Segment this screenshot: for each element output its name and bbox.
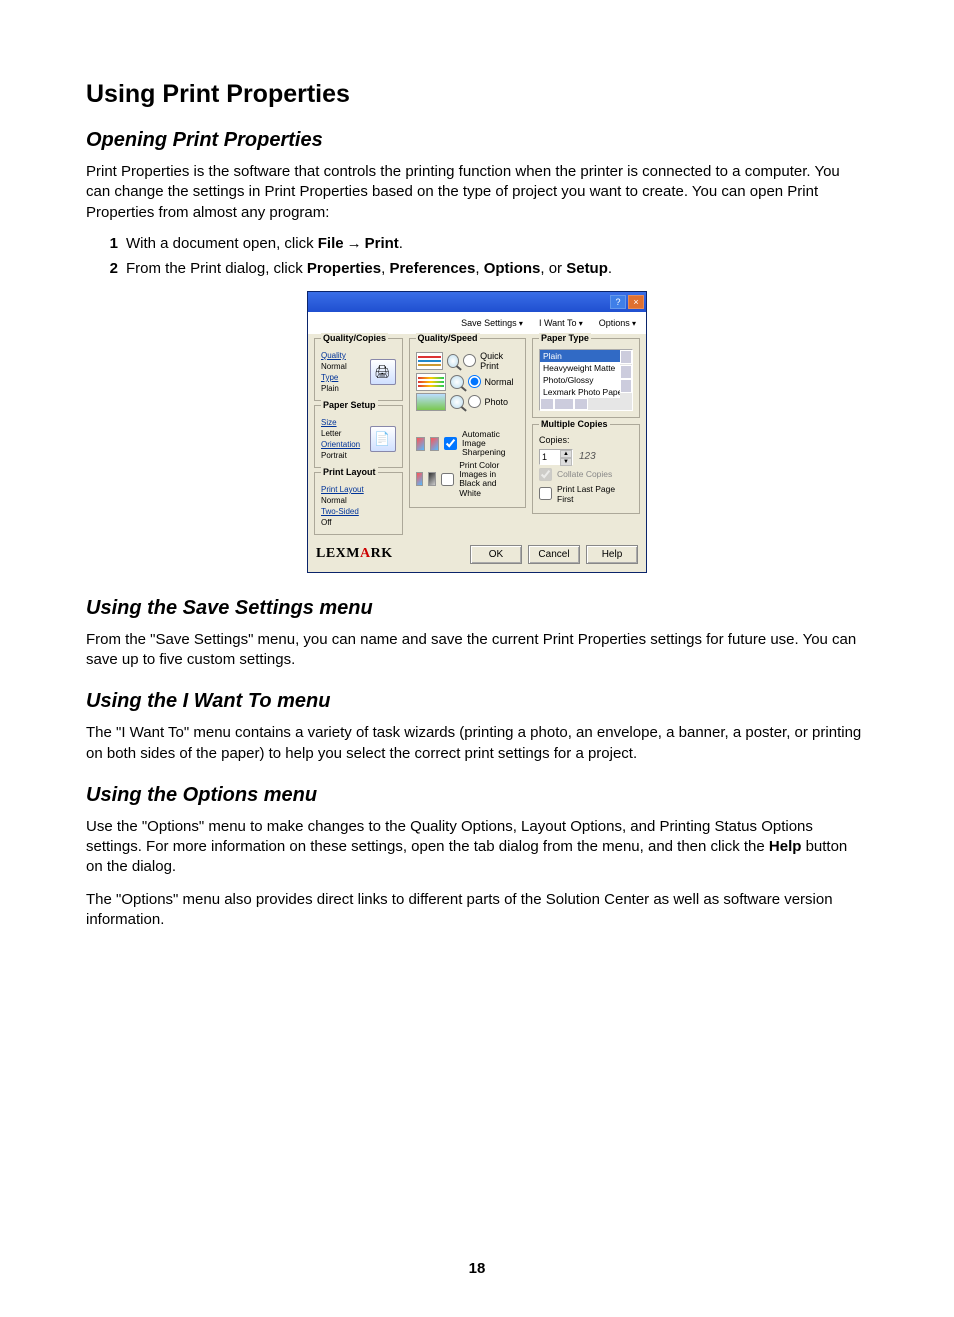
checkbox-auto-sharpen[interactable] <box>444 437 457 450</box>
arrow-icon: → <box>344 235 365 252</box>
checkbox-collate[interactable] <box>539 468 552 481</box>
copies-label: Copies: <box>539 435 633 445</box>
step-1: 1 With a document open, click File→Print… <box>96 235 868 252</box>
link-quality[interactable]: Quality <box>321 351 347 361</box>
section-save-settings: Using the Save Settings menu <box>86 597 868 620</box>
dialog-screenshot: ? × Save Settings I Want To Options Qual… <box>307 291 647 573</box>
step1-print: Print <box>365 235 399 252</box>
list-item[interactable]: Photo/Glossy <box>540 374 632 386</box>
scrollbar-vertical[interactable] <box>620 350 632 398</box>
magnifier-icon <box>447 354 460 368</box>
section-i-want-to: Using the I Want To menu <box>86 690 868 713</box>
link-orientation[interactable]: Orientation <box>321 440 360 450</box>
spin-up-icon[interactable]: ▲ <box>560 450 572 458</box>
link-type[interactable]: Type <box>321 373 347 383</box>
magnifier-icon <box>450 395 464 409</box>
link-size[interactable]: Size <box>321 418 360 428</box>
step2-text: From the Print dialog, click <box>126 260 307 277</box>
options-p1: Use the "Options" menu to make changes t… <box>86 817 868 878</box>
dialog-titlebar: ? × <box>308 292 646 312</box>
thumb-bw-icon <box>428 472 436 486</box>
checkbox-print-bw[interactable] <box>441 473 454 486</box>
menu-save-settings[interactable]: Save Settings <box>461 318 523 328</box>
thumb-color-icon <box>430 437 439 451</box>
group-multiple-copies: Multiple Copies Copies: ▲▼ 123 Collate C… <box>532 424 640 514</box>
opening-intro: Print Properties is the software that co… <box>86 162 868 223</box>
paper-icon: 📄 <box>370 426 396 452</box>
iwant-p: The "I Want To" menu contains a variety … <box>86 723 868 764</box>
cancel-button[interactable]: Cancel <box>528 545 580 564</box>
thumb-color-icon <box>416 437 425 451</box>
section-opening: Opening Print Properties <box>86 129 868 152</box>
titlebar-close-icon[interactable]: × <box>628 295 644 309</box>
link-twosided[interactable]: Two-Sided <box>321 507 364 517</box>
list-item[interactable]: Lexmark Photo Paper <box>540 386 632 398</box>
checkbox-last-first[interactable] <box>539 487 552 500</box>
spin-down-icon[interactable]: ▼ <box>560 458 572 466</box>
step-2: 2 From the Print dialog, click Propertie… <box>96 260 868 277</box>
help-button[interactable]: Help <box>586 545 638 564</box>
scrollbar-horizontal[interactable] <box>540 398 620 410</box>
sidebar-quality-copies[interactable]: Quality/Copies Quality Normal Type Plain… <box>314 338 403 401</box>
sidebar-paper-setup[interactable]: Paper Setup Size Letter Orientation Port… <box>314 405 403 468</box>
thumb-quick-icon <box>416 352 443 370</box>
group-quality-speed: Quality/Speed Quick Print <box>409 338 526 508</box>
radio-photo[interactable] <box>468 395 481 408</box>
menu-options[interactable]: Options <box>599 318 636 328</box>
group-paper-type: Paper Type Plain Heavyweight Matte Photo… <box>532 338 640 418</box>
list-item[interactable]: Plain <box>540 350 632 362</box>
titlebar-help-icon[interactable]: ? <box>610 295 626 309</box>
radio-quick-print[interactable] <box>463 354 476 367</box>
ok-button[interactable]: OK <box>470 545 522 564</box>
listbox-paper-type[interactable]: Plain Heavyweight Matte Photo/Glossy Lex… <box>539 349 633 411</box>
save-settings-p: From the "Save Settings" menu, you can n… <box>86 630 868 671</box>
sidebar-print-layout[interactable]: Print Layout Print Layout Normal Two-Sid… <box>314 472 403 535</box>
copies-input[interactable] <box>540 450 560 464</box>
quality-icon: 🖨 <box>370 359 396 385</box>
step1-text: With a document open, click <box>126 235 318 252</box>
section-options: Using the Options menu <box>86 784 868 807</box>
page-number: 18 <box>86 1260 868 1277</box>
thumb-color-icon <box>416 472 424 486</box>
magnifier-icon <box>450 375 464 389</box>
collate-icon: 123 <box>579 451 596 462</box>
page-title: Using Print Properties <box>86 80 868 109</box>
step1-file: File <box>318 235 344 252</box>
copies-spinner[interactable]: ▲▼ <box>539 449 573 465</box>
list-item[interactable]: Heavyweight Matte <box>540 362 632 374</box>
brand-logo: LEXMARK <box>316 546 393 562</box>
radio-normal[interactable] <box>468 375 481 388</box>
thumb-normal-icon <box>416 373 446 391</box>
link-layout[interactable]: Print Layout <box>321 485 364 495</box>
menu-i-want-to[interactable]: I Want To <box>539 318 583 328</box>
options-p2: The "Options" menu also provides direct … <box>86 890 868 931</box>
thumb-photo-icon <box>416 393 446 411</box>
